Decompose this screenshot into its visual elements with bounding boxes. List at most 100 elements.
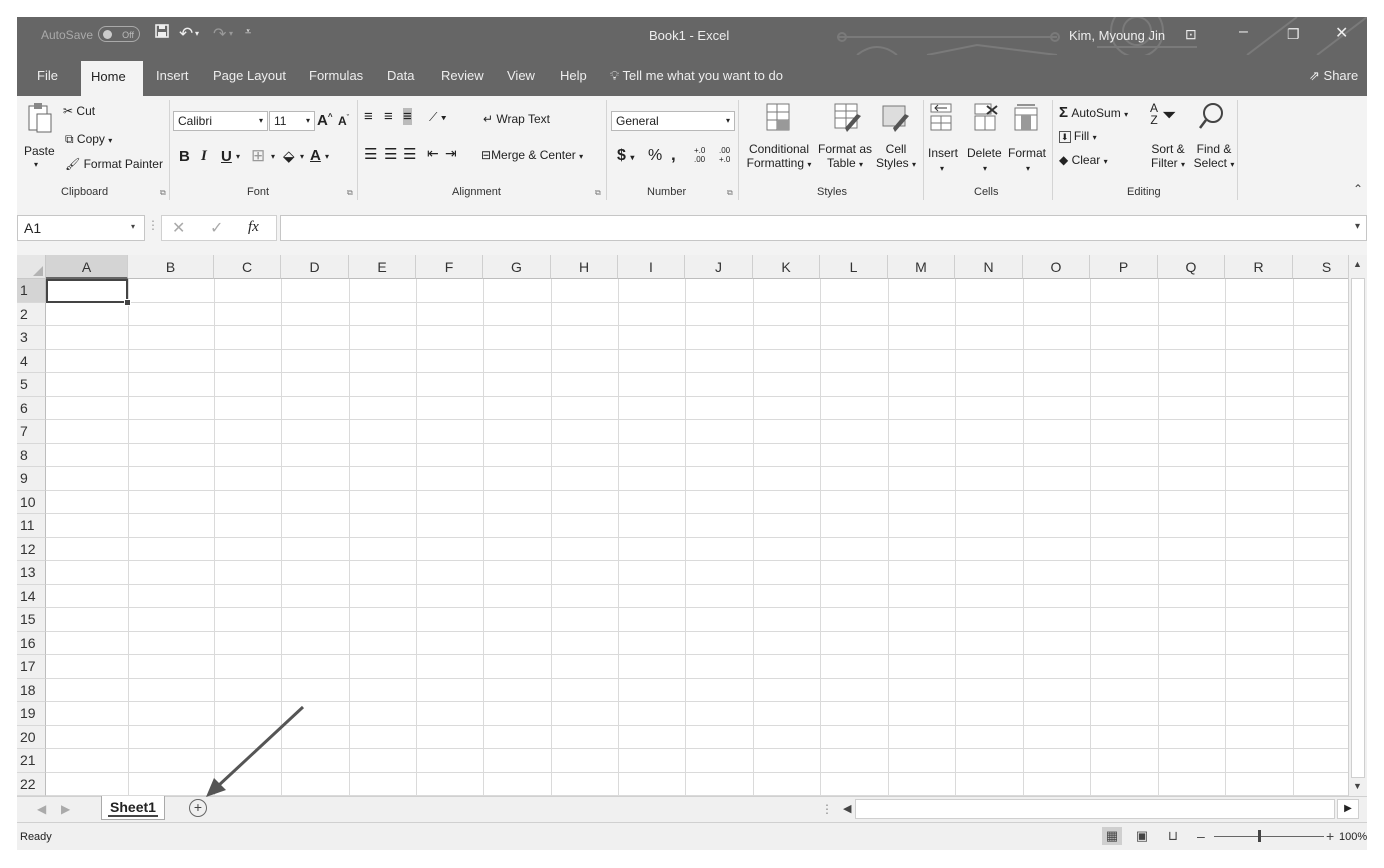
scroll-right-icon[interactable]: ▶ xyxy=(1337,799,1359,819)
worksheet-grid[interactable]: A B C D E F G H I J K L M N O P Q R S 1 2 3 4 5 6 7 8 9 10 11 12 13 14 15… xyxy=(17,255,1348,796)
column-header-f[interactable]: F xyxy=(416,255,483,279)
column-header-m[interactable]: M xyxy=(888,255,955,279)
fill-button[interactable]: ⬇ Fill ▾ xyxy=(1059,129,1097,143)
vertical-scrollbar[interactable]: ▲ ▼ xyxy=(1348,255,1367,796)
row-header-11[interactable]: 11 xyxy=(17,514,46,538)
format-cells-button[interactable]: Format ▾ xyxy=(1008,146,1046,174)
increase-indent-icon[interactable]: ⇥ xyxy=(445,145,457,162)
fill-color-dropdown-icon[interactable]: ▾ xyxy=(300,152,304,161)
ribbon-display-options-icon[interactable]: ⊡ xyxy=(1185,26,1197,43)
clear-button[interactable]: ◆ Clear ▾ xyxy=(1059,153,1108,167)
row-header-1[interactable]: 1 xyxy=(17,279,46,303)
row-header-10[interactable]: 10 xyxy=(17,490,46,514)
tab-data[interactable]: Data xyxy=(387,68,414,83)
row-header-7[interactable]: 7 xyxy=(17,420,46,444)
orientation-icon[interactable]: ⟋ ▾ xyxy=(429,110,447,125)
add-sheet-button[interactable]: + xyxy=(189,799,207,817)
close-icon[interactable]: ✕ xyxy=(1335,23,1348,43)
column-header-i[interactable]: I xyxy=(618,255,685,279)
font-color-dropdown-icon[interactable]: ▾ xyxy=(325,152,329,161)
tab-review[interactable]: Review xyxy=(441,68,484,83)
collapse-ribbon-icon[interactable]: ⌃ xyxy=(1353,182,1363,196)
underline-dropdown-icon[interactable]: ▾ xyxy=(236,152,240,161)
minimize-icon[interactable]: – xyxy=(1239,23,1248,41)
wrap-text-button[interactable]: ↵ Wrap Text xyxy=(483,112,550,126)
column-header-o[interactable]: O xyxy=(1023,255,1090,279)
redo-dropdown-icon[interactable]: ▾ xyxy=(229,29,233,38)
column-header-l[interactable]: L xyxy=(820,255,888,279)
tab-split-handle-icon[interactable]: ⋮ xyxy=(821,802,833,816)
row-header-16[interactable]: 16 xyxy=(17,631,46,655)
row-header-2[interactable]: 2 xyxy=(17,302,46,326)
row-header-17[interactable]: 17 xyxy=(17,655,46,679)
expand-formula-bar-icon[interactable]: ▾ xyxy=(1355,221,1360,232)
column-header-q[interactable]: Q xyxy=(1158,255,1225,279)
row-header-5[interactable]: 5 xyxy=(17,373,46,397)
normal-view-icon[interactable]: ▦ xyxy=(1102,827,1122,845)
font-name-box[interactable]: Calibri ▾ xyxy=(173,111,268,131)
sheet-tab-sheet1[interactable]: Sheet1 xyxy=(101,796,165,820)
vertical-scroll-thumb[interactable] xyxy=(1351,278,1365,778)
row-header-19[interactable]: 19 xyxy=(17,702,46,726)
alignment-launcher-icon[interactable]: ⧉ xyxy=(595,188,601,198)
format-as-table-button[interactable]: Format as Table ▾ xyxy=(817,142,873,170)
decrease-indent-icon[interactable]: ⇤ xyxy=(427,145,439,162)
column-header-s[interactable]: S xyxy=(1293,255,1348,279)
align-center-icon[interactable]: ☰ xyxy=(384,145,397,163)
cell-styles-button[interactable]: Cell Styles ▾ xyxy=(873,142,919,170)
cancel-icon[interactable]: ✕ xyxy=(172,218,185,238)
prev-sheet-icon[interactable]: ◀ xyxy=(37,802,46,816)
column-header-r[interactable]: R xyxy=(1225,255,1293,279)
insert-cells-button[interactable]: Insert ▾ xyxy=(928,146,958,174)
find-select-button[interactable]: Find & Select ▾ xyxy=(1189,142,1239,170)
insert-function-button[interactable]: fx xyxy=(248,219,259,236)
row-header-8[interactable]: 8 xyxy=(17,443,46,467)
row-header-15[interactable]: 15 xyxy=(17,608,46,632)
fill-color-icon[interactable]: ⬙ xyxy=(283,147,295,165)
font-launcher-icon[interactable]: ⧉ xyxy=(347,188,353,198)
underline-button[interactable]: U xyxy=(221,148,232,165)
name-box-dropdown-icon[interactable]: ▾ xyxy=(131,222,135,231)
column-header-a[interactable]: A xyxy=(46,255,128,279)
zoom-slider-thumb[interactable] xyxy=(1258,830,1261,842)
bold-button[interactable]: B xyxy=(179,148,190,165)
row-header-13[interactable]: 13 xyxy=(17,561,46,585)
row-header-22[interactable]: 22 xyxy=(17,772,46,796)
select-all-button[interactable] xyxy=(17,255,46,279)
tab-page-layout[interactable]: Page Layout xyxy=(213,68,286,83)
bottom-align-icon[interactable]: ≡ xyxy=(403,108,412,125)
column-header-p[interactable]: P xyxy=(1090,255,1158,279)
zoom-out-icon[interactable]: – xyxy=(1197,828,1205,844)
sort-filter-button[interactable]: Sort & Filter ▾ xyxy=(1144,142,1192,170)
font-color-icon[interactable]: A xyxy=(310,147,321,164)
row-header-21[interactable]: 21 xyxy=(17,749,46,773)
row-header-9[interactable]: 9 xyxy=(17,467,46,491)
fill-handle[interactable] xyxy=(124,299,131,306)
formula-input[interactable]: ▾ xyxy=(280,215,1367,241)
tab-home[interactable]: Home xyxy=(81,61,143,96)
column-header-e[interactable]: E xyxy=(349,255,416,279)
clipboard-launcher-icon[interactable]: ⧉ xyxy=(160,188,166,198)
zoom-in-icon[interactable]: + xyxy=(1326,828,1334,844)
increase-font-icon[interactable]: A^ xyxy=(317,112,333,129)
middle-align-icon[interactable]: ≡ xyxy=(384,108,393,125)
restore-icon[interactable]: ❐ xyxy=(1287,26,1300,43)
user-name[interactable]: Kim, Myoung Jin xyxy=(1069,28,1165,43)
enter-icon[interactable]: ✓ xyxy=(210,218,223,238)
zoom-slider[interactable] xyxy=(1214,836,1324,837)
share-button[interactable]: ⇗ Share xyxy=(1309,68,1358,84)
percent-button[interactable]: % xyxy=(648,147,662,165)
increase-decimal-button[interactable]: +.0 .00 xyxy=(694,146,716,164)
column-header-b[interactable]: B xyxy=(128,255,214,279)
row-header-4[interactable]: 4 xyxy=(17,349,46,373)
undo-dropdown-icon[interactable]: ▾ xyxy=(195,29,199,38)
page-layout-view-icon[interactable]: ▣ xyxy=(1132,827,1152,845)
tell-me-box[interactable]: 💡︎ Tell me what you want to do xyxy=(610,68,783,84)
align-left-icon[interactable]: ☰ xyxy=(364,145,377,163)
tab-formulas[interactable]: Formulas xyxy=(309,68,363,83)
copy-button[interactable]: ⧉ Copy ▾ xyxy=(65,132,112,147)
column-header-h[interactable]: H xyxy=(551,255,618,279)
next-sheet-icon[interactable]: ▶ xyxy=(61,802,70,816)
page-break-view-icon[interactable]: ⊔ xyxy=(1163,827,1183,845)
italic-button[interactable]: I xyxy=(201,148,207,165)
